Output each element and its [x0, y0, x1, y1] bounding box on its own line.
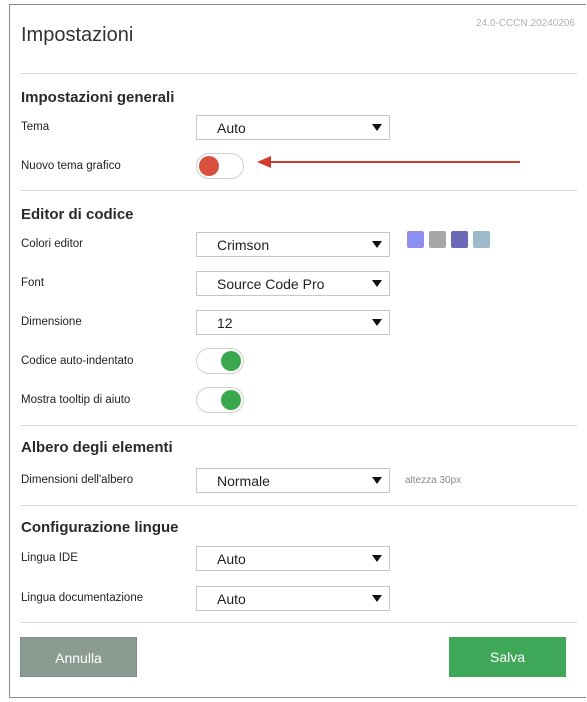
- chevron-down-icon: [372, 555, 382, 562]
- divider: [20, 73, 577, 74]
- chevron-down-icon: [372, 319, 382, 326]
- section-title-tree: Albero degli elementi: [21, 439, 173, 456]
- divider: [20, 425, 577, 426]
- chevron-down-icon: [372, 241, 382, 248]
- section-title-code-editor: Editor di codice: [21, 206, 134, 223]
- divider: [20, 505, 577, 506]
- theme-select[interactable]: Auto: [196, 115, 390, 140]
- color-swatch: [473, 231, 490, 248]
- toggle-knob: [199, 156, 219, 176]
- tree-size-label: Dimensioni dell'albero: [21, 474, 134, 486]
- tree-size-hint: altezza 30px: [405, 475, 462, 486]
- toggle-knob: [221, 390, 241, 410]
- font-select-value: Source Code Pro: [217, 276, 325, 292]
- version-label: 24.0-CCCN.20240206: [476, 18, 575, 29]
- theme-label: Tema: [21, 121, 50, 133]
- theme-select-value: Auto: [217, 120, 246, 136]
- ide-language-value: Auto: [217, 551, 246, 567]
- color-swatch: [451, 231, 468, 248]
- chevron-down-icon: [372, 124, 382, 131]
- size-select[interactable]: 12: [196, 310, 390, 335]
- section-title-general: Impostazioni generali: [21, 89, 175, 106]
- dialog-title: Impostazioni: [21, 24, 134, 46]
- tooltip-toggle[interactable]: [196, 387, 244, 413]
- cancel-button[interactable]: Annulla: [20, 637, 137, 677]
- section-title-languages: Configurazione lingue: [21, 519, 179, 536]
- tree-size-select[interactable]: Normale: [196, 468, 390, 493]
- doc-language-label: Lingua documentazione: [21, 592, 144, 604]
- auto-indent-toggle[interactable]: [196, 348, 244, 374]
- divider: [20, 190, 577, 191]
- ide-language-select[interactable]: Auto: [196, 546, 390, 571]
- ide-language-label: Lingua IDE: [21, 552, 78, 564]
- tooltip-label: Mostra tooltip di aiuto: [21, 394, 131, 406]
- auto-indent-label: Codice auto-indentato: [21, 355, 134, 367]
- chevron-down-icon: [372, 595, 382, 602]
- font-label: Font: [21, 277, 45, 289]
- toggle-knob: [221, 351, 241, 371]
- divider: [20, 622, 577, 623]
- save-button[interactable]: Salva: [449, 637, 566, 677]
- doc-language-value: Auto: [217, 591, 246, 607]
- chevron-down-icon: [372, 280, 382, 287]
- editor-colors-select[interactable]: Crimson: [196, 232, 390, 257]
- tree-size-value: Normale: [217, 473, 270, 489]
- editor-colors-label: Colori editor: [21, 238, 83, 250]
- color-swatch: [407, 231, 424, 248]
- font-select[interactable]: Source Code Pro: [196, 271, 390, 296]
- chevron-down-icon: [372, 477, 382, 484]
- new-theme-toggle[interactable]: [196, 153, 244, 179]
- arrow-annotation-line: [270, 161, 520, 163]
- size-select-value: 12: [217, 315, 233, 331]
- editor-colors-value: Crimson: [217, 237, 270, 253]
- new-theme-label: Nuovo tema grafico: [21, 160, 121, 172]
- size-label: Dimensione: [21, 316, 82, 328]
- arrow-annotation-icon: [257, 156, 271, 168]
- color-swatch: [429, 231, 446, 248]
- doc-language-select[interactable]: Auto: [196, 586, 390, 611]
